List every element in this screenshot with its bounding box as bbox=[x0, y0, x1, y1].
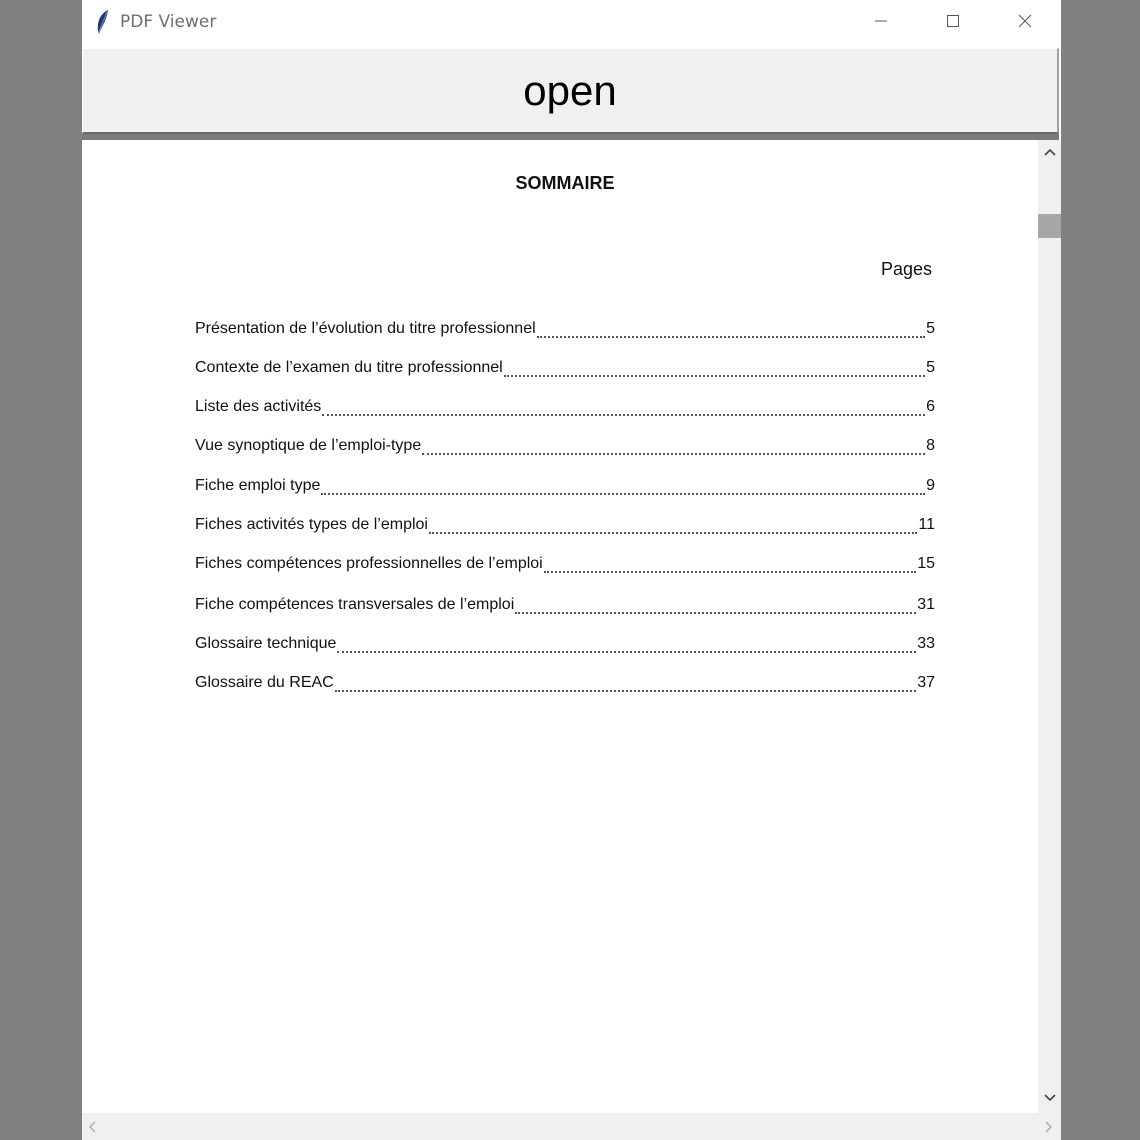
toc-dot-leader bbox=[515, 609, 917, 614]
toc-entry-label: Présentation de l’évolution du titre pro… bbox=[195, 320, 536, 337]
toc-entry[interactable]: Présentation de l’évolution du titre pro… bbox=[195, 320, 935, 342]
toc-dot-leader bbox=[322, 411, 926, 416]
vertical-scrollbar[interactable] bbox=[1038, 140, 1061, 1113]
toc-entry-label: Glossaire du REAC bbox=[195, 674, 334, 691]
open-button[interactable]: open bbox=[82, 48, 1059, 134]
pdf-page-view[interactable]: SOMMAIRE Pages Présentation de l’évoluti… bbox=[82, 140, 1038, 1113]
toc-entry[interactable]: Fiches compétences professionnelles de l… bbox=[195, 555, 935, 577]
toc-entry-page-number: 5 bbox=[926, 359, 935, 376]
toc-entry[interactable]: Glossaire du REAC 37 bbox=[195, 674, 935, 696]
chevron-left-icon bbox=[89, 1121, 96, 1132]
toc-dot-leader bbox=[321, 490, 926, 495]
toc-entry[interactable]: Fiche compétences transversales de l’emp… bbox=[195, 596, 935, 618]
toc-entry-page-number: 6 bbox=[926, 398, 935, 415]
app-window: PDF Viewer open SOMMAIRE Pages Présentat… bbox=[82, 0, 1061, 1140]
toc-entry[interactable]: Vue synoptique de l’emploi-type 8 bbox=[195, 437, 935, 459]
toc-entry[interactable]: Fiches activités types de l’emploi 11 bbox=[195, 516, 935, 538]
chevron-down-icon bbox=[1043, 1094, 1056, 1102]
close-icon bbox=[1018, 14, 1032, 28]
scroll-right-button[interactable] bbox=[1037, 1113, 1061, 1140]
vertical-scroll-thumb[interactable] bbox=[1038, 214, 1061, 238]
toc-entry-page-number: 5 bbox=[926, 320, 935, 337]
toc-dot-leader bbox=[536, 333, 926, 338]
minimize-button[interactable] bbox=[851, 0, 911, 42]
toc-dot-leader bbox=[543, 568, 917, 573]
scroll-down-button[interactable] bbox=[1038, 1086, 1061, 1110]
toc-entry-label: Liste des activités bbox=[195, 398, 322, 415]
window-title: PDF Viewer bbox=[120, 12, 217, 32]
toc-entry-page-number: 15 bbox=[917, 555, 935, 572]
toc-entry-page-number: 37 bbox=[917, 674, 935, 691]
toc-entry-label: Vue synoptique de l’emploi-type bbox=[195, 437, 422, 454]
toc-dot-leader bbox=[422, 450, 926, 455]
toc-entry[interactable]: Glossaire technique 33 bbox=[195, 635, 935, 657]
maximize-button[interactable] bbox=[923, 0, 983, 42]
toc-dot-leader bbox=[428, 529, 918, 534]
toc-entry-label: Fiche emploi type bbox=[195, 477, 321, 494]
toc-entry[interactable]: Liste des activités 6 bbox=[195, 398, 935, 420]
toc-entry-label: Fiche compétences transversales de l’emp… bbox=[195, 596, 515, 613]
toc-entry-label: Fiches compétences professionnelles de l… bbox=[195, 555, 543, 572]
toc-dot-leader bbox=[337, 648, 917, 653]
feather-icon bbox=[97, 10, 108, 34]
maximize-icon bbox=[947, 15, 959, 27]
horizontal-scrollbar[interactable] bbox=[82, 1113, 1061, 1140]
toc-entry-label: Fiches activités types de l’emploi bbox=[195, 516, 428, 533]
toc-entry-page-number: 11 bbox=[918, 516, 935, 533]
title-bar[interactable]: PDF Viewer bbox=[82, 0, 1061, 46]
toc-entry-page-number: 8 bbox=[926, 437, 935, 454]
toc-entry-page-number: 33 bbox=[917, 635, 935, 652]
chevron-right-icon bbox=[1045, 1121, 1052, 1132]
toc-dot-leader bbox=[503, 372, 926, 377]
document-title: SOMMAIRE bbox=[515, 173, 615, 193]
toc-entry[interactable]: Fiche emploi type 9 bbox=[195, 477, 935, 499]
close-button[interactable] bbox=[995, 0, 1055, 42]
toc-entry-page-number: 31 bbox=[917, 596, 935, 613]
toc-entry-page-number: 9 bbox=[926, 477, 935, 494]
toc-entry-label: Glossaire technique bbox=[195, 635, 337, 652]
pages-column-header: Pages bbox=[881, 259, 933, 279]
toc-entry-label: Contexte de l’examen du titre profession… bbox=[195, 359, 503, 376]
minimize-icon bbox=[875, 20, 887, 22]
scroll-up-button[interactable] bbox=[1038, 140, 1061, 164]
toc-entry[interactable]: Contexte de l’examen du titre profession… bbox=[195, 359, 935, 381]
scroll-left-button[interactable] bbox=[82, 1113, 102, 1140]
chevron-up-icon bbox=[1043, 148, 1056, 156]
toc-dot-leader bbox=[334, 687, 917, 692]
